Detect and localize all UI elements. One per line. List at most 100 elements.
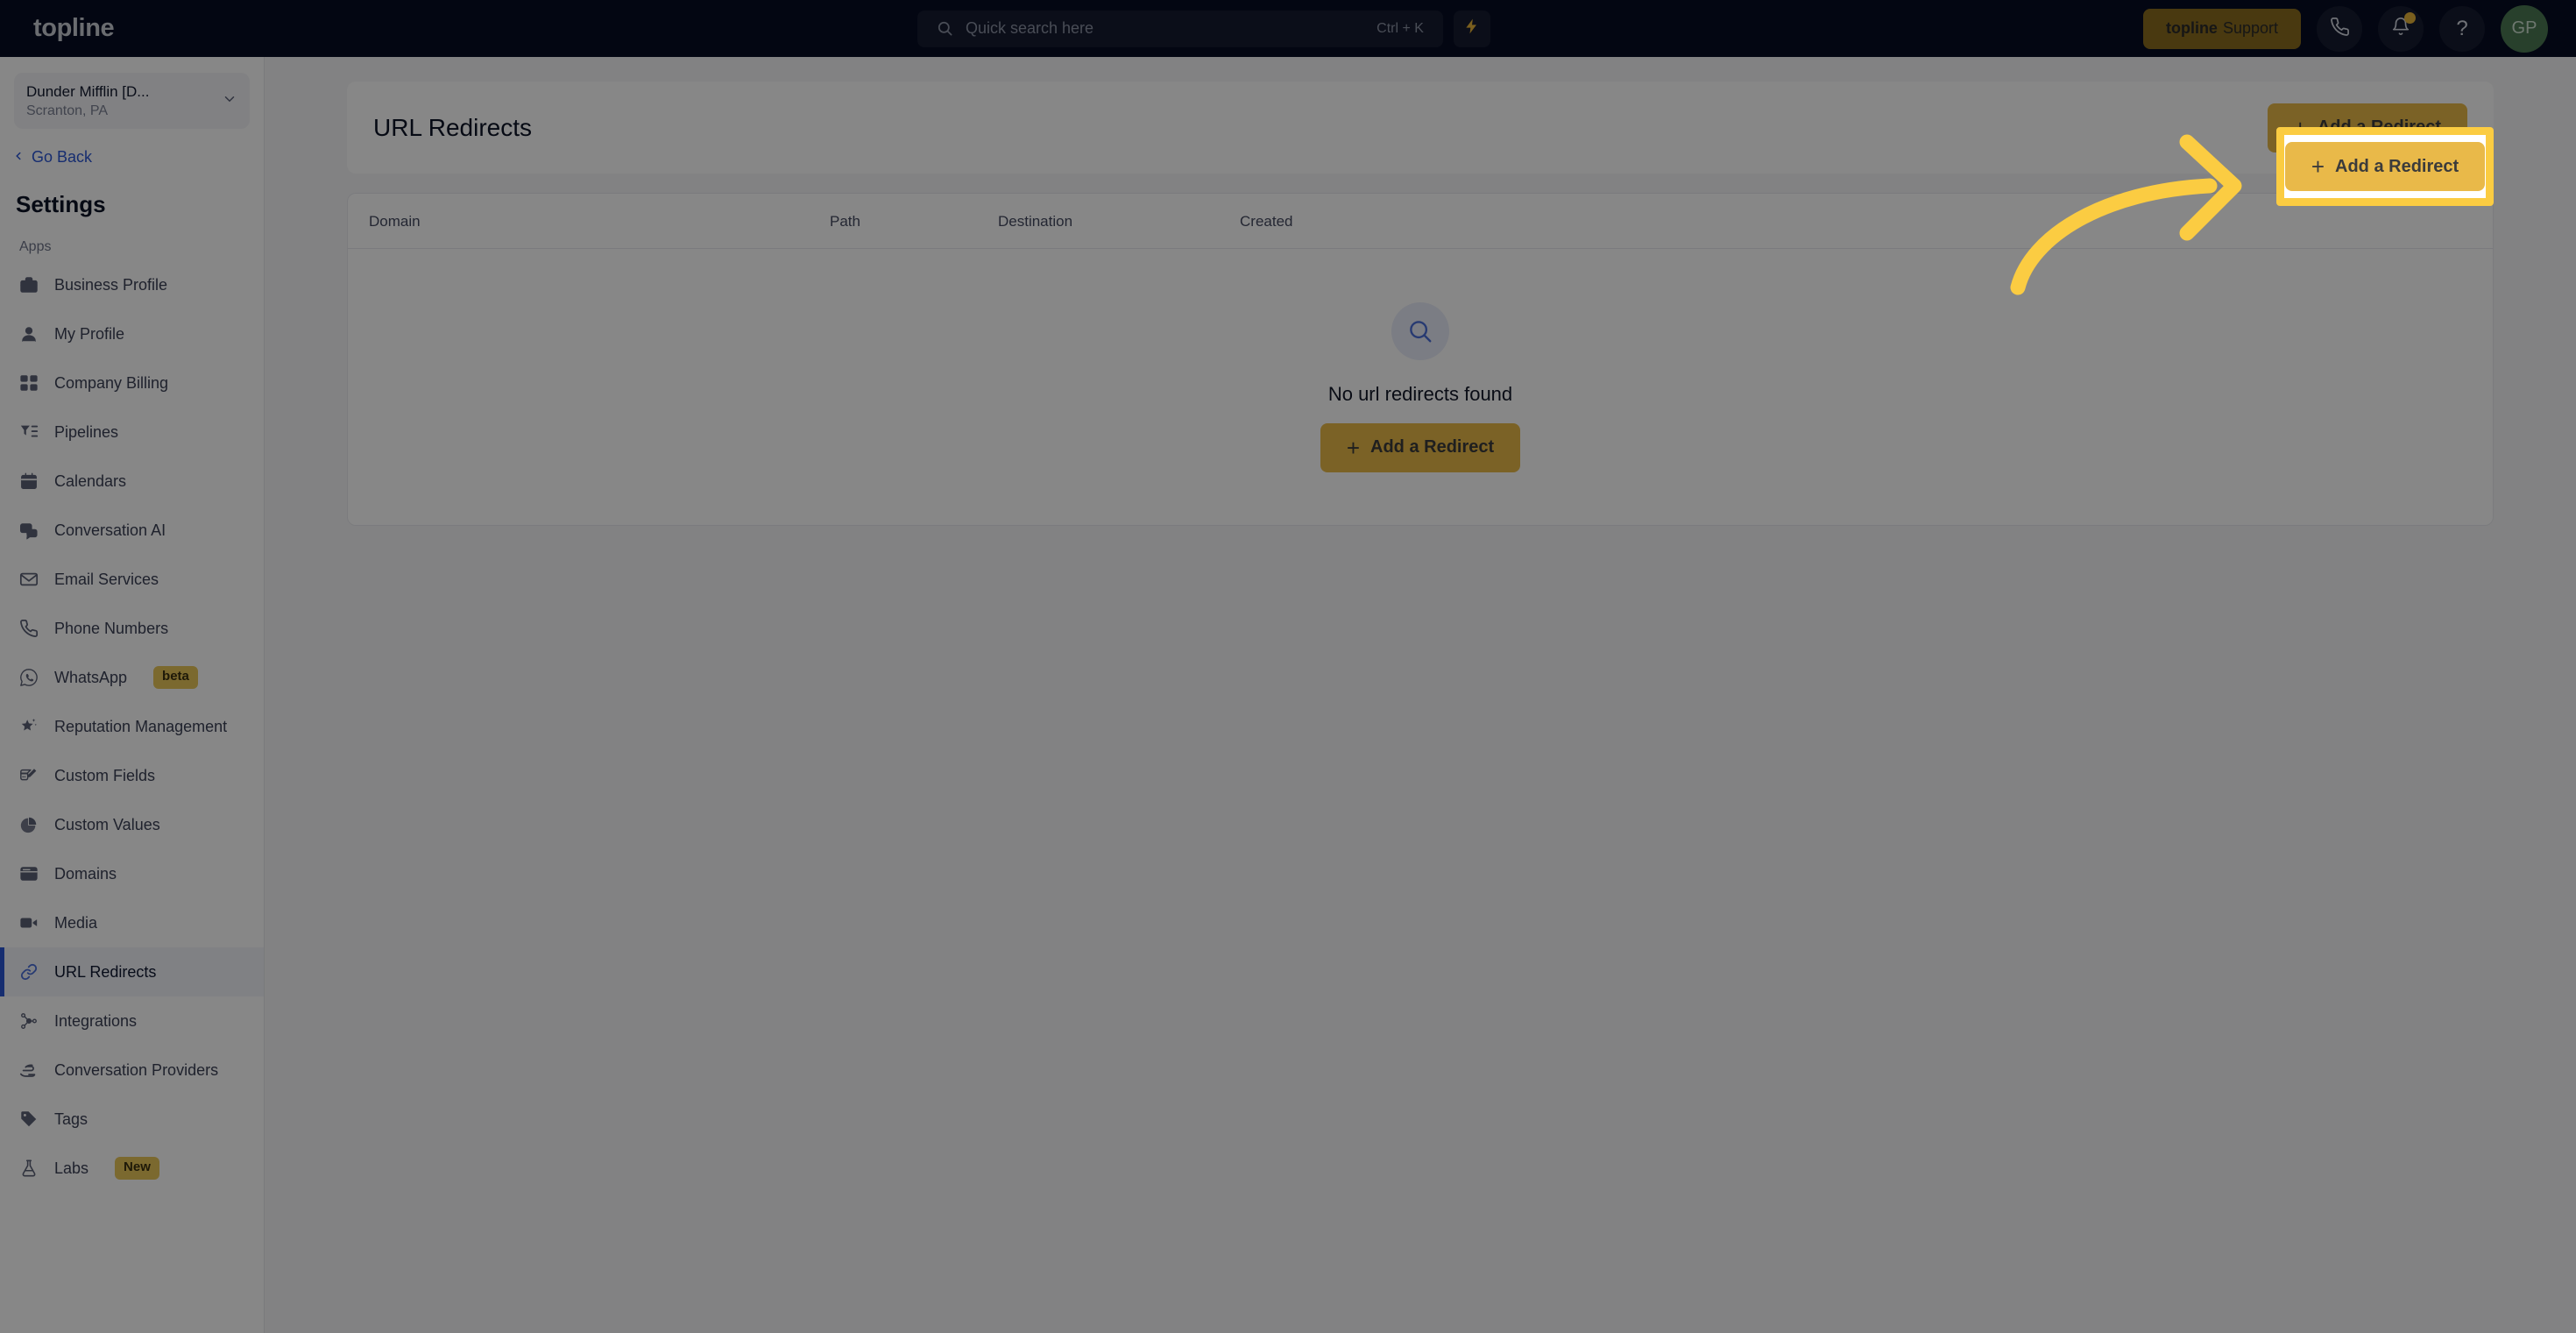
browser-window-icon [19,864,39,883]
go-back-link[interactable]: Go Back [12,148,264,167]
sidebar-item-calendars[interactable]: Calendars [0,457,264,506]
notification-badge-dot [2404,11,2416,24]
sidebar-item-label: Tags [54,1110,88,1128]
sidebar-item-label: Calendars [54,472,127,490]
support-button[interactable]: topline Support [2142,8,2301,49]
empty-state-message: No url redirects found [1327,382,1513,405]
sidebar-item-reputation-management[interactable]: Reputation Management [0,702,264,751]
sidebar-item-label: URL Redirects [54,962,157,981]
sidebar-item-label: Media [54,913,98,932]
main-content: URL Redirects + Add a Redirect Domain Pat… [265,57,2576,1333]
sidebar-item-label: Email Services [54,570,159,588]
plus-icon: + [2311,153,2325,180]
sidebar-item-media[interactable]: Media [0,898,264,947]
avatar[interactable]: GP [2501,4,2548,53]
sidebar-item-url-redirects[interactable]: URL Redirects [0,947,264,996]
question-mark-icon: ? [2456,16,2468,40]
sidebar-item-badge: beta [153,666,198,689]
sidebar-item-business-profile[interactable]: Business Profile [0,260,264,309]
empty-state-add-redirect-label: Add a Redirect [1370,437,1495,457]
topbar-center-group: Quick search here Ctrl + K [265,10,2143,47]
search-icon [937,20,953,37]
sidebar-item-label: Labs [54,1159,89,1177]
highlighted-add-redirect-label: Add a Redirect [2335,156,2459,176]
sidebar-item-label: Custom Values [54,815,160,833]
notifications-button[interactable] [2378,5,2424,52]
search-shortcut-hint: Ctrl + K [1376,20,1424,36]
phone-icon [2330,17,2350,41]
chat-bubbles-icon [19,521,39,540]
sidebar-item-label: Conversation AI [54,521,166,539]
hand-message-icon [19,1060,39,1080]
table-column-header[interactable]: Domain [369,213,421,230]
table-column-header[interactable]: Destination [998,213,1072,230]
sidebar-item-my-profile[interactable]: My Profile [0,309,264,358]
sidebar-item-pipelines[interactable]: Pipelines [0,408,264,457]
sidebar-item-company-billing[interactable]: Company Billing [0,358,264,408]
link-chain-icon [19,962,39,982]
field-edit-icon [19,766,39,785]
flask-icon [19,1159,39,1178]
sidebar-item-email-services[interactable]: Email Services [0,555,264,604]
sidebar-item-conversation-ai[interactable]: Conversation AI [0,506,264,555]
table-column-header[interactable]: Created [1240,213,1292,230]
sidebar-item-labs[interactable]: Labs New [0,1144,264,1193]
location-switcher[interactable]: Dunder Mifflin [D... Scranton, PA [14,73,250,129]
chevron-down-icon [222,91,237,111]
sidebar-item-custom-fields[interactable]: Custom Fields [0,751,264,800]
sidebar-item-label: Conversation Providers [54,1060,219,1079]
person-icon [19,324,39,344]
help-button[interactable]: ? [2439,5,2485,52]
highlighted-add-redirect-button[interactable]: + Add a Redirect [2284,142,2486,191]
search-input[interactable]: Quick search here Ctrl + K [916,10,1443,47]
topbar-right-group: topline Support ? GP [2142,4,2576,53]
sidebar-item-label: Domains [54,864,117,883]
sidebar-item-phone-numbers[interactable]: Phone Numbers [0,604,264,653]
page-header-card: URL Redirects + Add a Redirect [347,82,2494,174]
chevron-left-icon [12,148,25,167]
calculator-icon [19,373,39,393]
sidebar-item-conversation-providers[interactable]: Conversation Providers [0,1046,264,1095]
app-root: topline Quick search here Ctrl + K topli… [0,0,2576,1333]
sidebar-item-whatsapp[interactable]: WhatsApp beta [0,653,264,702]
sidebar-item-label: Company Billing [54,373,169,392]
star-sparkle-icon [19,717,39,736]
sidebar-item-badge: New [115,1157,159,1180]
plus-icon: + [1346,434,1361,461]
empty-state: No url redirects found + Add a Redirect [348,249,2493,525]
search-icon [1391,301,1449,360]
phone-button[interactable] [2317,5,2362,52]
sidebar-item-label: Phone Numbers [54,619,169,637]
top-navigation-bar: topline Quick search here Ctrl + K topli… [0,0,2576,57]
sidebar-item-integrations[interactable]: Integrations [0,996,264,1046]
empty-state-add-redirect-button[interactable]: + Add a Redirect [1320,422,1521,472]
phone-icon [19,619,39,638]
app-logo[interactable]: topline [0,14,265,43]
sidebar-item-label: Business Profile [54,275,168,294]
sidebar-item-label: Integrations [54,1011,138,1030]
location-name: Dunder Mifflin [D... [26,82,150,100]
location-sublabel: Scranton, PA [26,103,109,118]
sidebar-item-label: Pipelines [54,422,119,441]
whatsapp-icon [19,668,39,687]
calendar-icon [19,472,39,491]
sidebar-item-label: My Profile [54,324,125,343]
settings-sidebar: Dunder Mifflin [D... Scranton, PA Go Bac… [0,57,265,1333]
sidebar-item-custom-values[interactable]: Custom Values [0,800,264,849]
sidebar-item-label: Custom Fields [54,766,156,784]
table-column-header[interactable]: Path [830,213,860,230]
tag-icon [19,1110,39,1129]
support-button-brand: topline [2165,19,2218,37]
pie-chart-icon [19,815,39,834]
nodes-icon [19,1011,39,1031]
quick-actions-button[interactable] [1453,10,1490,47]
annotation-highlight-box: + Add a Redirect [2276,127,2494,206]
funnel-list-icon [19,422,39,442]
sidebar-item-label: WhatsApp [54,668,128,686]
sidebar-item-tags[interactable]: Tags [0,1095,264,1144]
support-button-label: Support [2222,19,2278,37]
briefcase-icon [19,275,39,294]
sidebar-item-domains[interactable]: Domains [0,849,264,898]
table-header-row: Domain Path Destination Created [348,194,2493,249]
sidebar-group-label: Apps [19,239,52,254]
